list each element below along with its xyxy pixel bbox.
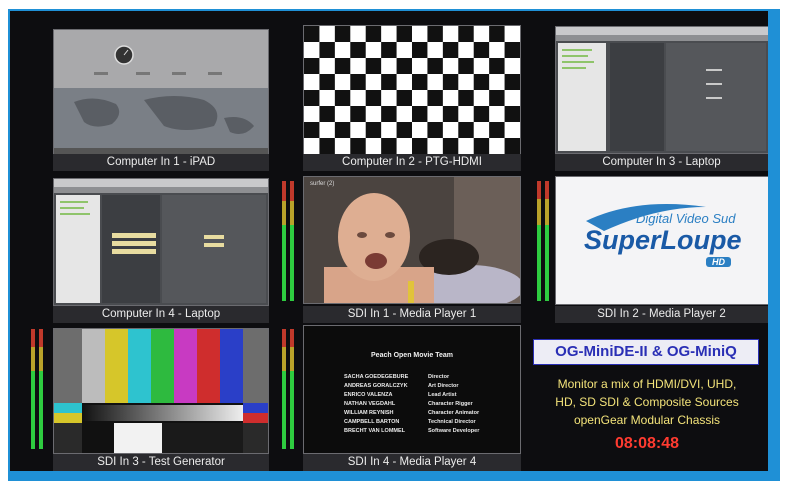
credits-role: Art Director <box>428 383 459 389</box>
credits-name: ANDREAS GORALCZYK <box>344 383 408 389</box>
credits-row: NATHAN VEGDAHL Character Rigger <box>344 401 504 410</box>
laptop-window-preview <box>54 179 268 303</box>
credits-row: CAMPBELL BARTON Technical Director <box>344 419 504 428</box>
credits-role: Lead Artist <box>428 392 457 398</box>
ipad-map-preview <box>54 30 268 154</box>
credits-role: Character Rigger <box>428 401 473 407</box>
tile-sdi-in-3[interactable] <box>53 328 269 454</box>
credits-row: ANDREAS GORALCZYK Art Director <box>344 383 504 392</box>
multiviewer-screen: Computer In 1 - iPAD Computer In 2 - PTG… <box>10 11 768 471</box>
checkerboard-pattern <box>304 26 520 154</box>
audio-meter <box>39 329 43 449</box>
audio-meter <box>545 181 549 301</box>
clock-display: 08:08:48 <box>614 435 680 452</box>
credits-row: BRECHT VAN LOMMEL Software Developer <box>344 428 504 437</box>
tile-label: SDI In 2 - Media Player 2 <box>555 306 768 323</box>
logo-hd-badge: HD <box>706 257 731 267</box>
tile-computer-in-1[interactable] <box>53 29 269 155</box>
credits-role: Software Developer <box>428 428 480 434</box>
audio-meter <box>537 181 541 301</box>
media-player-video-frame <box>304 177 520 303</box>
tile-sdi-in-4[interactable]: Peach Open Movie Team SACHA GOEDEGEBURE D… <box>303 325 521 454</box>
tile-label: SDI In 4 - Media Player 4 <box>303 454 521 471</box>
credits-name: WILLIAM REYNISH <box>344 410 394 416</box>
info-line-1: Monitor a mix of HDMI/DVI, UHD, <box>557 377 737 391</box>
audio-meter <box>290 181 294 301</box>
tile-label: Computer In 4 - Laptop <box>53 306 269 323</box>
audio-meter <box>290 329 294 449</box>
info-line-2: HD, SD SDI & Composite Sources <box>555 395 739 409</box>
credits-name: BRECHT VAN LOMMEL <box>344 428 406 434</box>
credits-role: Character Animator <box>428 410 480 416</box>
tile-label: Computer In 1 - iPAD <box>53 154 269 171</box>
tile-label: Computer In 3 - Laptop <box>555 154 768 171</box>
logo-brand-text: Digital Video Sud <box>636 211 736 226</box>
credits-row: SACHA GOEDEGEBURE Director <box>344 374 504 383</box>
media-caption: surfer (2) <box>310 181 335 187</box>
tile-label: SDI In 3 - Test Generator <box>53 454 269 471</box>
credits-name: SACHA GOEDEGEBURE <box>344 374 409 380</box>
laptop-window-preview <box>556 27 768 151</box>
logo-product-text: SuperLoupe <box>584 225 742 255</box>
credits-role: Technical Director <box>428 419 476 425</box>
tile-label: SDI In 1 - Media Player 1 <box>303 306 521 323</box>
tile-sdi-in-2[interactable]: Digital Video Sud SuperLoupe HD <box>555 176 768 305</box>
credits-role: Director <box>428 374 450 380</box>
credits-row: WILLIAM REYNISH Character Animator <box>344 410 504 419</box>
tile-computer-in-2[interactable] <box>303 25 521 155</box>
credits-name: ENRICO VALENZA <box>344 392 393 398</box>
credits-name: NATHAN VEGDAHL <box>344 401 396 407</box>
product-title: OG-MiniDE-II & OG-MiniQ <box>533 339 759 365</box>
tile-computer-in-3[interactable] <box>555 26 768 154</box>
tile-sdi-in-1[interactable]: surfer (2) <box>303 176 521 304</box>
tile-label: Computer In 2 - PTG-HDMI <box>303 154 521 171</box>
audio-meter <box>282 329 286 449</box>
tile-computer-in-4[interactable] <box>53 178 269 306</box>
credits-name: CAMPBELL BARTON <box>344 419 400 425</box>
audio-meter <box>31 329 35 449</box>
credits-title: Peach Open Movie Team <box>371 352 453 359</box>
info-line-3: openGear Modular Chassis <box>573 413 721 427</box>
color-bars-test-pattern <box>54 329 268 453</box>
audio-meter <box>282 181 286 301</box>
credits-list: SACHA GOEDEGEBURE Director ANDREAS GORALCZ… <box>344 374 504 437</box>
credits-row: ENRICO VALENZA Lead Artist <box>344 392 504 401</box>
